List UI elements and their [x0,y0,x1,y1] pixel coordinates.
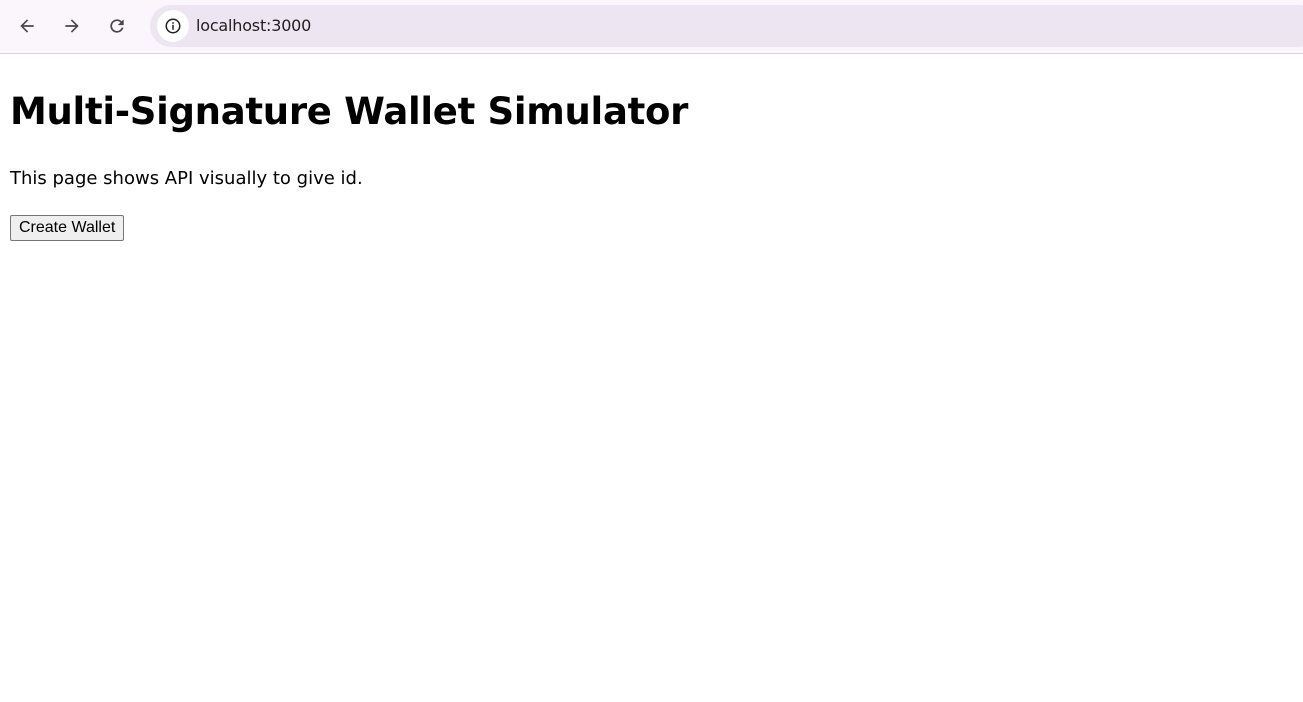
back-button[interactable] [10,9,44,43]
site-info-button[interactable] [157,10,189,42]
arrow-left-icon [20,19,34,33]
reload-button[interactable] [100,9,134,43]
browser-toolbar: localhost:3000 [0,0,1303,54]
page-description: This page shows API visually to give id. [10,168,363,189]
arrow-right-icon [65,19,79,33]
info-circle-icon [165,18,181,34]
url-text: localhost:3000 [196,16,312,35]
reload-icon [110,19,124,33]
address-bar[interactable]: localhost:3000 [150,5,1303,47]
page-content: Multi-Signature Wallet Simulator This pa… [0,55,1303,702]
page-title: Multi-Signature Wallet Simulator [10,90,689,133]
create-wallet-button[interactable]: Create Wallet [10,215,125,241]
forward-button[interactable] [55,9,89,43]
